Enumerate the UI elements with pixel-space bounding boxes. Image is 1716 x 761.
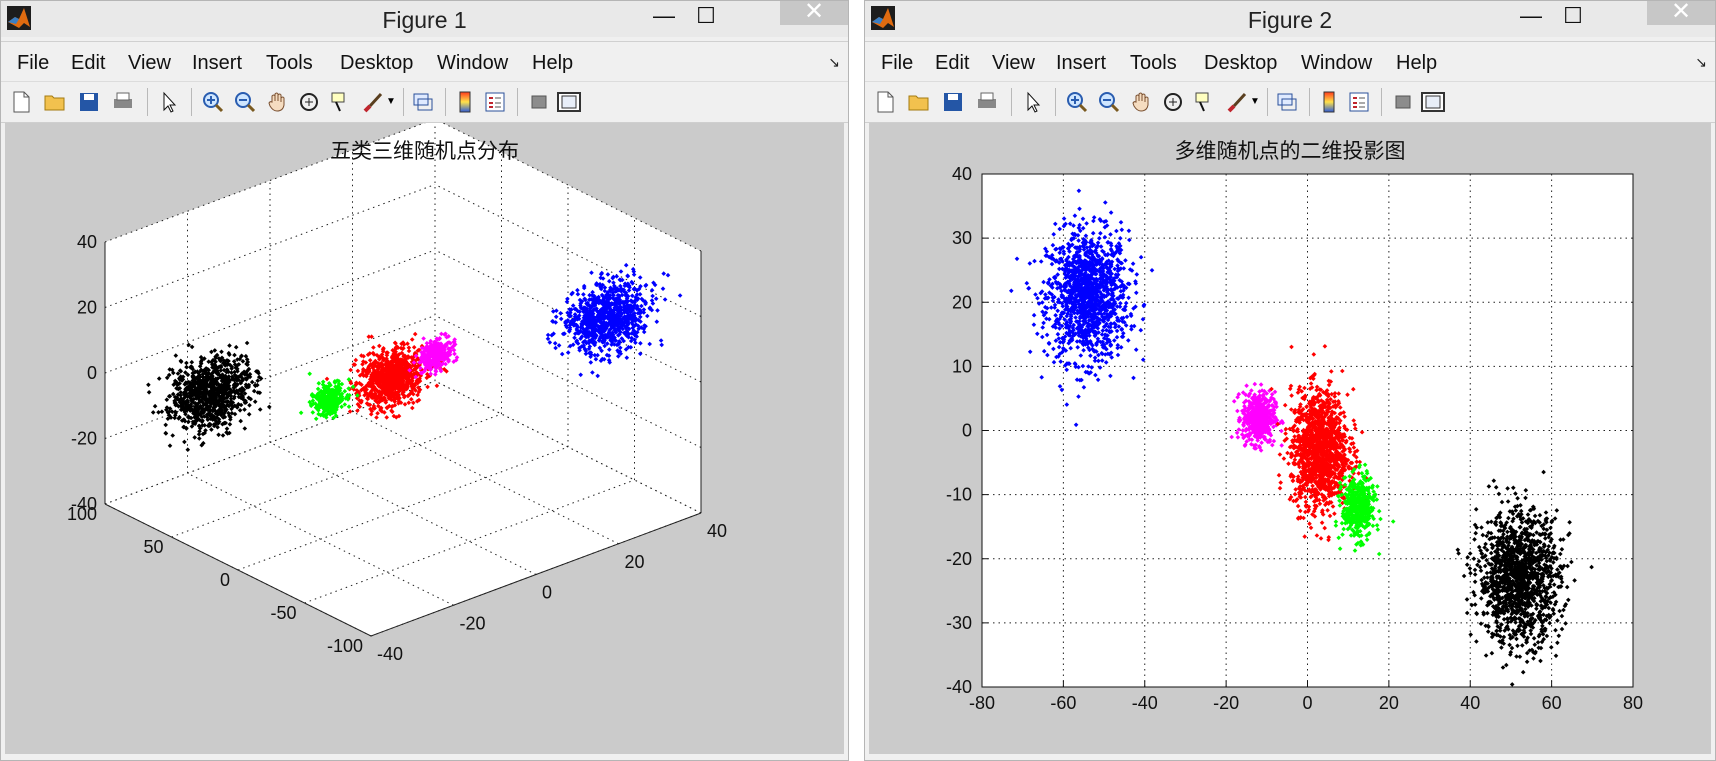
toolbar-separator — [403, 88, 404, 116]
maximize-button[interactable]: ☐ — [1553, 3, 1593, 29]
print-icon[interactable] — [111, 90, 135, 114]
toolbar-separator — [1055, 88, 1056, 116]
menu-edit[interactable]: Edit — [71, 52, 105, 75]
figure-canvas[interactable]: -80 -60 -40 -20 0 20 40 60 80 -40 -30 -20 -10 0 10 20 30… — [869, 123, 1711, 754]
toolbar-separator — [1309, 88, 1310, 116]
link-plot-icon[interactable] — [1275, 90, 1299, 114]
y-tick-label: -100 — [327, 636, 363, 656]
toolbar-separator — [191, 88, 192, 116]
brush-icon[interactable] — [1225, 90, 1249, 114]
close-button[interactable]: ✕ — [780, 1, 848, 25]
brush-dropdown-icon[interactable]: ▼ — [385, 90, 397, 114]
z-tick-label: -20 — [71, 429, 97, 449]
data-cursor-icon[interactable] — [329, 90, 353, 114]
rotate-3d-icon[interactable] — [1161, 90, 1185, 114]
link-plot-icon[interactable] — [411, 90, 435, 114]
figure-toolbar: ▼ — [865, 81, 1715, 123]
hide-plot-tools-icon[interactable] — [527, 90, 551, 114]
colorbar-icon[interactable] — [1317, 90, 1341, 114]
z-tick-label: 20 — [77, 298, 97, 318]
maximize-button[interactable]: ☐ — [686, 3, 726, 29]
menu-insert[interactable]: Insert — [192, 52, 242, 75]
menu-desktop[interactable]: Desktop — [340, 52, 413, 75]
menu-dock-arrow-icon[interactable]: ↘ — [1695, 54, 1707, 71]
minimize-button[interactable]: — — [1511, 3, 1551, 29]
x-tick-label: 40 — [707, 521, 727, 541]
menu-file[interactable]: File — [17, 52, 49, 75]
z-tick-label: -40 — [71, 494, 97, 514]
show-plot-tools-icon[interactable] — [557, 90, 581, 114]
brush-dropdown-icon[interactable]: ▼ — [1249, 90, 1261, 114]
menu-file[interactable]: File — [881, 52, 913, 75]
z-tick-label: 40 — [77, 232, 97, 252]
menu-bar: File Edit View Insert Tools Desktop Wind… — [1, 41, 848, 82]
menu-tools[interactable]: Tools — [1130, 52, 1177, 75]
figure-toolbar: ▼ — [1, 81, 848, 123]
pointer-icon[interactable] — [157, 90, 181, 114]
title-bar[interactable]: Figure 2 — ☐ ✕ — [865, 1, 1715, 37]
menu-help[interactable]: Help — [1396, 52, 1437, 75]
toolbar-separator — [1011, 88, 1012, 116]
legend-icon[interactable] — [1347, 90, 1371, 114]
toolbar-separator — [1267, 88, 1268, 116]
figure-canvas[interactable]: -40 -20 0 20 40 -100 -50 0 50 100 -40 -20 0 20 40 五类三维… — [5, 123, 844, 754]
data-cursor-icon[interactable] — [1193, 90, 1217, 114]
save-icon[interactable] — [941, 90, 965, 114]
toolbar-separator — [147, 88, 148, 116]
zoom-in-icon[interactable] — [201, 90, 225, 114]
brush-icon[interactable] — [361, 90, 385, 114]
x-tick-label: -40 — [377, 644, 403, 664]
open-file-icon[interactable] — [43, 90, 67, 114]
toolbar-separator — [517, 88, 518, 116]
open-file-icon[interactable] — [907, 90, 931, 114]
menu-tools[interactable]: Tools — [266, 52, 313, 75]
y-tick-label: 0 — [220, 570, 230, 590]
minimize-button[interactable]: — — [644, 3, 684, 29]
pan-icon[interactable] — [265, 90, 289, 114]
menu-window[interactable]: Window — [437, 52, 508, 75]
close-button[interactable]: ✕ — [1647, 1, 1715, 25]
hide-plot-tools-icon[interactable] — [1391, 90, 1415, 114]
pointer-icon[interactable] — [1021, 90, 1045, 114]
menu-edit[interactable]: Edit — [935, 52, 969, 75]
toolbar-separator — [445, 88, 446, 116]
y-tick-label: -50 — [270, 603, 296, 623]
menu-help[interactable]: Help — [532, 52, 573, 75]
rotate-3d-icon[interactable] — [297, 90, 321, 114]
figure-title: 五类三维随机点分布 — [330, 139, 519, 163]
x-tick-label: -20 — [460, 613, 486, 633]
legend-icon[interactable] — [483, 90, 507, 114]
pan-icon[interactable] — [1129, 90, 1153, 114]
x-tick-label: 20 — [625, 552, 645, 572]
print-icon[interactable] — [975, 90, 999, 114]
x-tick-label: 0 — [542, 583, 552, 603]
save-icon[interactable] — [77, 90, 101, 114]
new-figure-icon[interactable] — [873, 90, 897, 114]
menu-view[interactable]: View — [128, 52, 171, 75]
figure-1-window: Figure 1 — ☐ ✕ File Edit View Insert Too… — [0, 0, 849, 761]
show-plot-tools-icon[interactable] — [1421, 90, 1445, 114]
menu-desktop[interactable]: Desktop — [1204, 52, 1277, 75]
zoom-out-icon[interactable] — [1097, 90, 1121, 114]
new-figure-icon[interactable] — [9, 90, 33, 114]
menu-insert[interactable]: Insert — [1056, 52, 1106, 75]
menu-dock-arrow-icon[interactable]: ↘ — [828, 54, 840, 71]
y-tick-label: 50 — [143, 537, 163, 557]
menu-view[interactable]: View — [992, 52, 1035, 75]
title-bar[interactable]: Figure 1 — ☐ ✕ — [1, 1, 848, 37]
colorbar-icon[interactable] — [453, 90, 477, 114]
toolbar-separator — [1381, 88, 1382, 116]
menu-window[interactable]: Window — [1301, 52, 1372, 75]
plot-3d: -40-2002040-100-50050100-40-2002040 — [67, 123, 727, 664]
figure-2-window: Figure 2 — ☐ ✕ File Edit View Insert Too… — [864, 0, 1716, 761]
menu-bar: File Edit View Insert Tools Desktop Wind… — [865, 41, 1715, 82]
zoom-out-icon[interactable] — [233, 90, 257, 114]
z-tick-label: 0 — [87, 363, 97, 383]
plot-2d: -80 -60 -40 -20 0 20 40 60 80-40-30-20-100102030… — [946, 164, 1643, 713]
zoom-in-icon[interactable] — [1065, 90, 1089, 114]
